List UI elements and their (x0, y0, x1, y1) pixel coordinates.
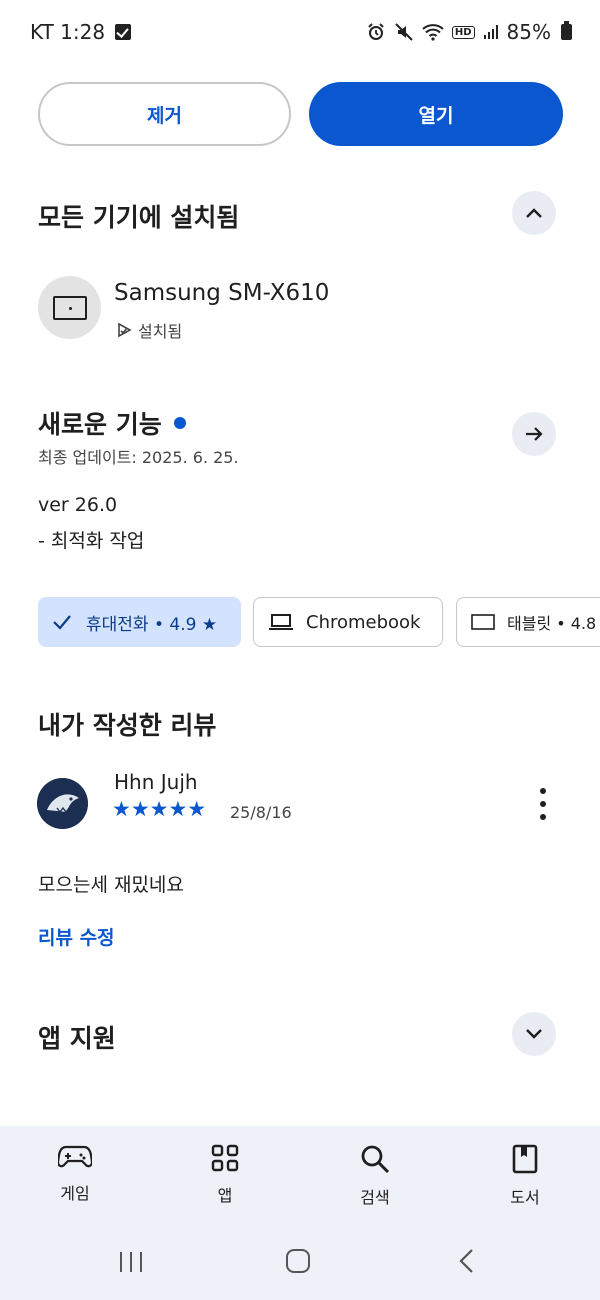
nav-games-label: 게임 (60, 1184, 90, 1203)
installed-play-icon (118, 322, 132, 338)
chevron-up-icon (526, 208, 542, 218)
app-support-title: 앱 지원 (38, 1024, 116, 1053)
recent-apps-icon[interactable] (118, 1250, 144, 1274)
book-icon (512, 1144, 538, 1174)
device-status-text: 설치됨 (138, 322, 183, 341)
wifi-icon (422, 24, 444, 41)
nav-books-label: 도서 (510, 1188, 540, 1207)
my-review-title: 내가 작성한 리뷰 (38, 711, 217, 740)
review-text: 모으는세 재밌네요 (38, 874, 184, 896)
review-stars: ★★★★★ (112, 797, 207, 821)
status-icons: HD 85% (366, 20, 572, 44)
home-icon[interactable] (285, 1248, 311, 1274)
tablet-icon (52, 295, 87, 320)
back-icon[interactable] (458, 1248, 476, 1274)
search-icon (361, 1145, 390, 1174)
whats-new-arrow-button[interactable] (512, 412, 556, 456)
check-icon (53, 615, 71, 630)
signal-icon (483, 25, 498, 39)
nav-item-books[interactable]: 도서 (475, 1144, 575, 1208)
remove-button-label: 제거 (147, 104, 182, 127)
whats-new-header: 새로운 기능 (38, 405, 186, 441)
nav-item-apps[interactable]: 앱 (175, 1144, 275, 1206)
chip-chromebook-label: Chromebook (306, 611, 421, 633)
status-bar: KT 1:28 HD 85% (0, 0, 600, 64)
shark-avatar-icon (37, 778, 88, 829)
review-more-button[interactable] (530, 788, 556, 820)
nav-item-search[interactable]: 검색 (325, 1144, 425, 1208)
chip-chromebook[interactable]: Chromebook (253, 597, 443, 647)
battery-percent: 85% (506, 20, 551, 44)
chevron-down-icon (526, 1029, 542, 1039)
nav-search-label: 검색 (360, 1188, 390, 1207)
new-dot-indicator (173, 417, 186, 429)
chip-phone[interactable]: 휴대전화 • 4.9 ★ (38, 597, 241, 647)
release-note: - 최적화 작업 (38, 530, 145, 552)
nav-apps-label: 앱 (217, 1186, 233, 1205)
version-text: ver 26.0 (38, 494, 118, 516)
tablet-outline-icon (471, 614, 495, 630)
last-updated: 최종 업데이트: 2025. 6. 25. (38, 448, 239, 467)
open-button-label: 열기 (418, 104, 454, 127)
checkbox-notification-icon (115, 24, 132, 40)
arrow-right-icon (526, 427, 543, 441)
carrier-time-text: KT 1:28 (30, 20, 106, 44)
collapse-installed-button[interactable] (512, 191, 556, 235)
nav-item-games[interactable]: 게임 (25, 1144, 125, 1204)
mute-icon (395, 23, 413, 41)
hd-voice-icon: HD (451, 25, 475, 39)
more-vert-icon (540, 788, 546, 794)
open-button[interactable]: 열기 (309, 82, 563, 146)
bottom-nav: 게임 앱 검색 도서 (0, 1126, 600, 1300)
whats-new-title: 새로운 기능 (38, 410, 162, 439)
review-author: Hhn Jujh (114, 770, 198, 794)
device-name: Samsung SM-X610 (114, 280, 330, 306)
avatar (37, 778, 88, 829)
status-carrier-time: KT 1:28 (30, 20, 132, 44)
alarm-icon (368, 23, 384, 40)
chip-phone-label: 휴대전화 • 4.9 ★ (86, 614, 218, 635)
device-avatar (38, 276, 101, 339)
device-status: 설치됨 (116, 318, 182, 342)
battery-icon (561, 21, 572, 40)
scrolled-content-peek (180, 40, 350, 50)
installed-section-title: 모든 기기에 설치됨 (38, 203, 240, 232)
gamepad-icon (58, 1145, 92, 1168)
chip-tablet-label: 태블릿 • 4.8 (507, 614, 597, 633)
laptop-icon (269, 614, 293, 630)
chip-tablet[interactable]: 태블릿 • 4.8 (456, 597, 600, 647)
expand-app-support-button[interactable] (512, 1012, 556, 1056)
apps-grid-icon (211, 1144, 239, 1172)
edit-review-link[interactable]: 리뷰 수정 (38, 923, 115, 950)
remove-button[interactable]: 제거 (38, 82, 291, 146)
review-date: 25/8/16 (230, 803, 292, 822)
